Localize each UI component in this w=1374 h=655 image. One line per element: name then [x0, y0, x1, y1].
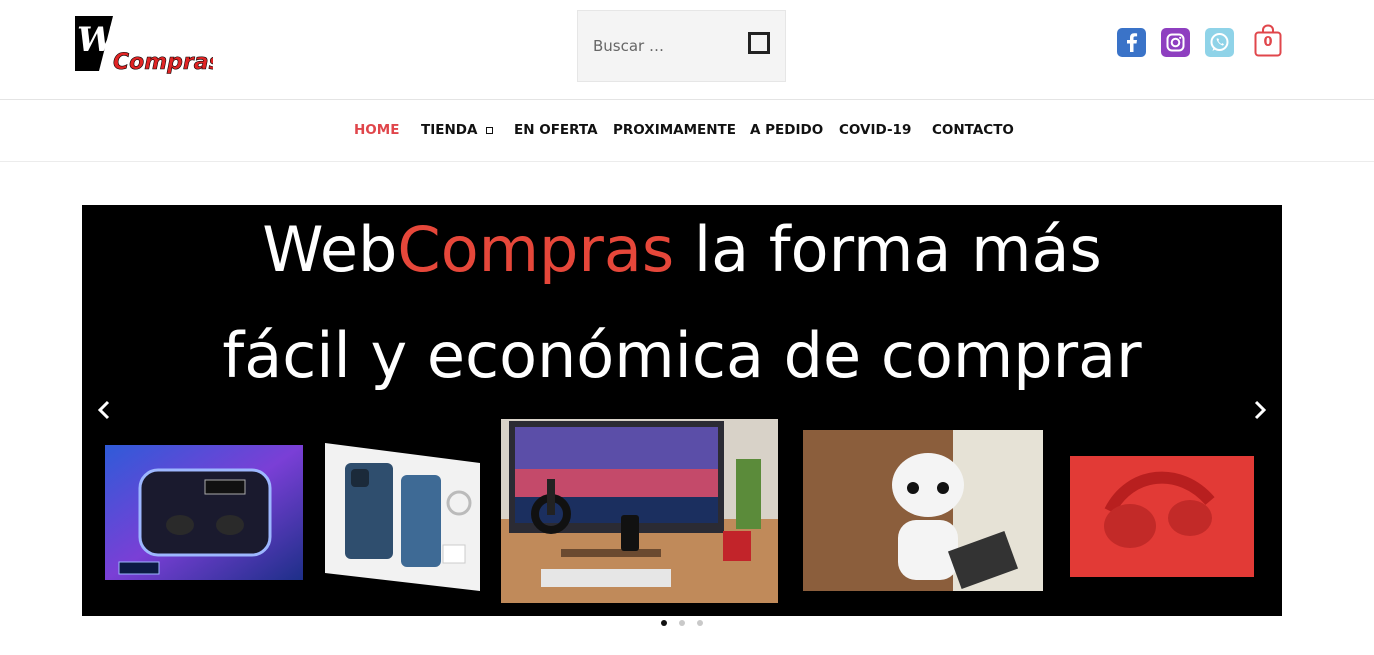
hero-slider[interactable]: WebCompras la forma más fácil y económic…	[82, 205, 1282, 616]
slider-dot-3[interactable]	[697, 620, 703, 626]
cart-button[interactable]: 0	[1254, 24, 1282, 58]
headphones-product-image	[1070, 456, 1254, 577]
nav-item-en-oferta[interactable]: EN OFERTA	[514, 122, 598, 138]
earbuds-product-image	[105, 445, 303, 580]
slider-prev-button[interactable]	[96, 399, 112, 421]
cart-count: 0	[1263, 35, 1273, 50]
facebook-icon[interactable]	[1117, 28, 1146, 57]
nav-item-home[interactable]: HOME	[354, 122, 399, 138]
chevron-left-icon	[97, 400, 110, 420]
search-button[interactable]	[748, 32, 770, 54]
site-header: Web Compras 0	[0, 0, 1374, 100]
slider-dot-1[interactable]	[661, 620, 667, 626]
banner-headline-line2: fácil y económica de comprar	[222, 319, 1142, 392]
nav-item-covid-19[interactable]: COVID-19	[839, 122, 911, 138]
nav-item-a-pedido[interactable]: A PEDIDO	[750, 122, 823, 138]
logo-word2: Compras	[113, 50, 213, 75]
desk-setup-product-image	[501, 419, 778, 603]
banner-headline-line1: WebCompras la forma más	[82, 219, 1282, 281]
robot-product-image	[803, 430, 1043, 591]
banner-word-web: Web	[262, 213, 398, 286]
nav-item-contacto[interactable]: CONTACTO	[932, 122, 1014, 138]
main-nav: HOME TIENDA EN OFERTA PROXIMAMENTE A PED…	[0, 100, 1374, 162]
search-input[interactable]	[578, 11, 738, 81]
banner-line1-rest: la forma más	[674, 213, 1102, 286]
site-logo[interactable]: Web Compras	[73, 13, 222, 75]
nav-item-tienda-label: TIENDA	[421, 122, 478, 138]
instagram-icon[interactable]	[1161, 28, 1190, 57]
slider-next-button[interactable]	[1252, 399, 1268, 421]
chevron-right-icon	[1254, 400, 1267, 420]
slider-pagination	[0, 620, 1374, 628]
whatsapp-icon[interactable]	[1205, 28, 1234, 57]
nav-item-proximamente[interactable]: PROXIMAMENTE	[613, 122, 736, 138]
iphone-product-image	[325, 443, 480, 591]
search-box	[577, 10, 786, 82]
slider-dot-2[interactable]	[679, 620, 685, 626]
nav-item-tienda[interactable]: TIENDA	[421, 122, 494, 138]
banner-word-compras: Compras	[397, 213, 675, 286]
dropdown-icon	[486, 126, 494, 134]
